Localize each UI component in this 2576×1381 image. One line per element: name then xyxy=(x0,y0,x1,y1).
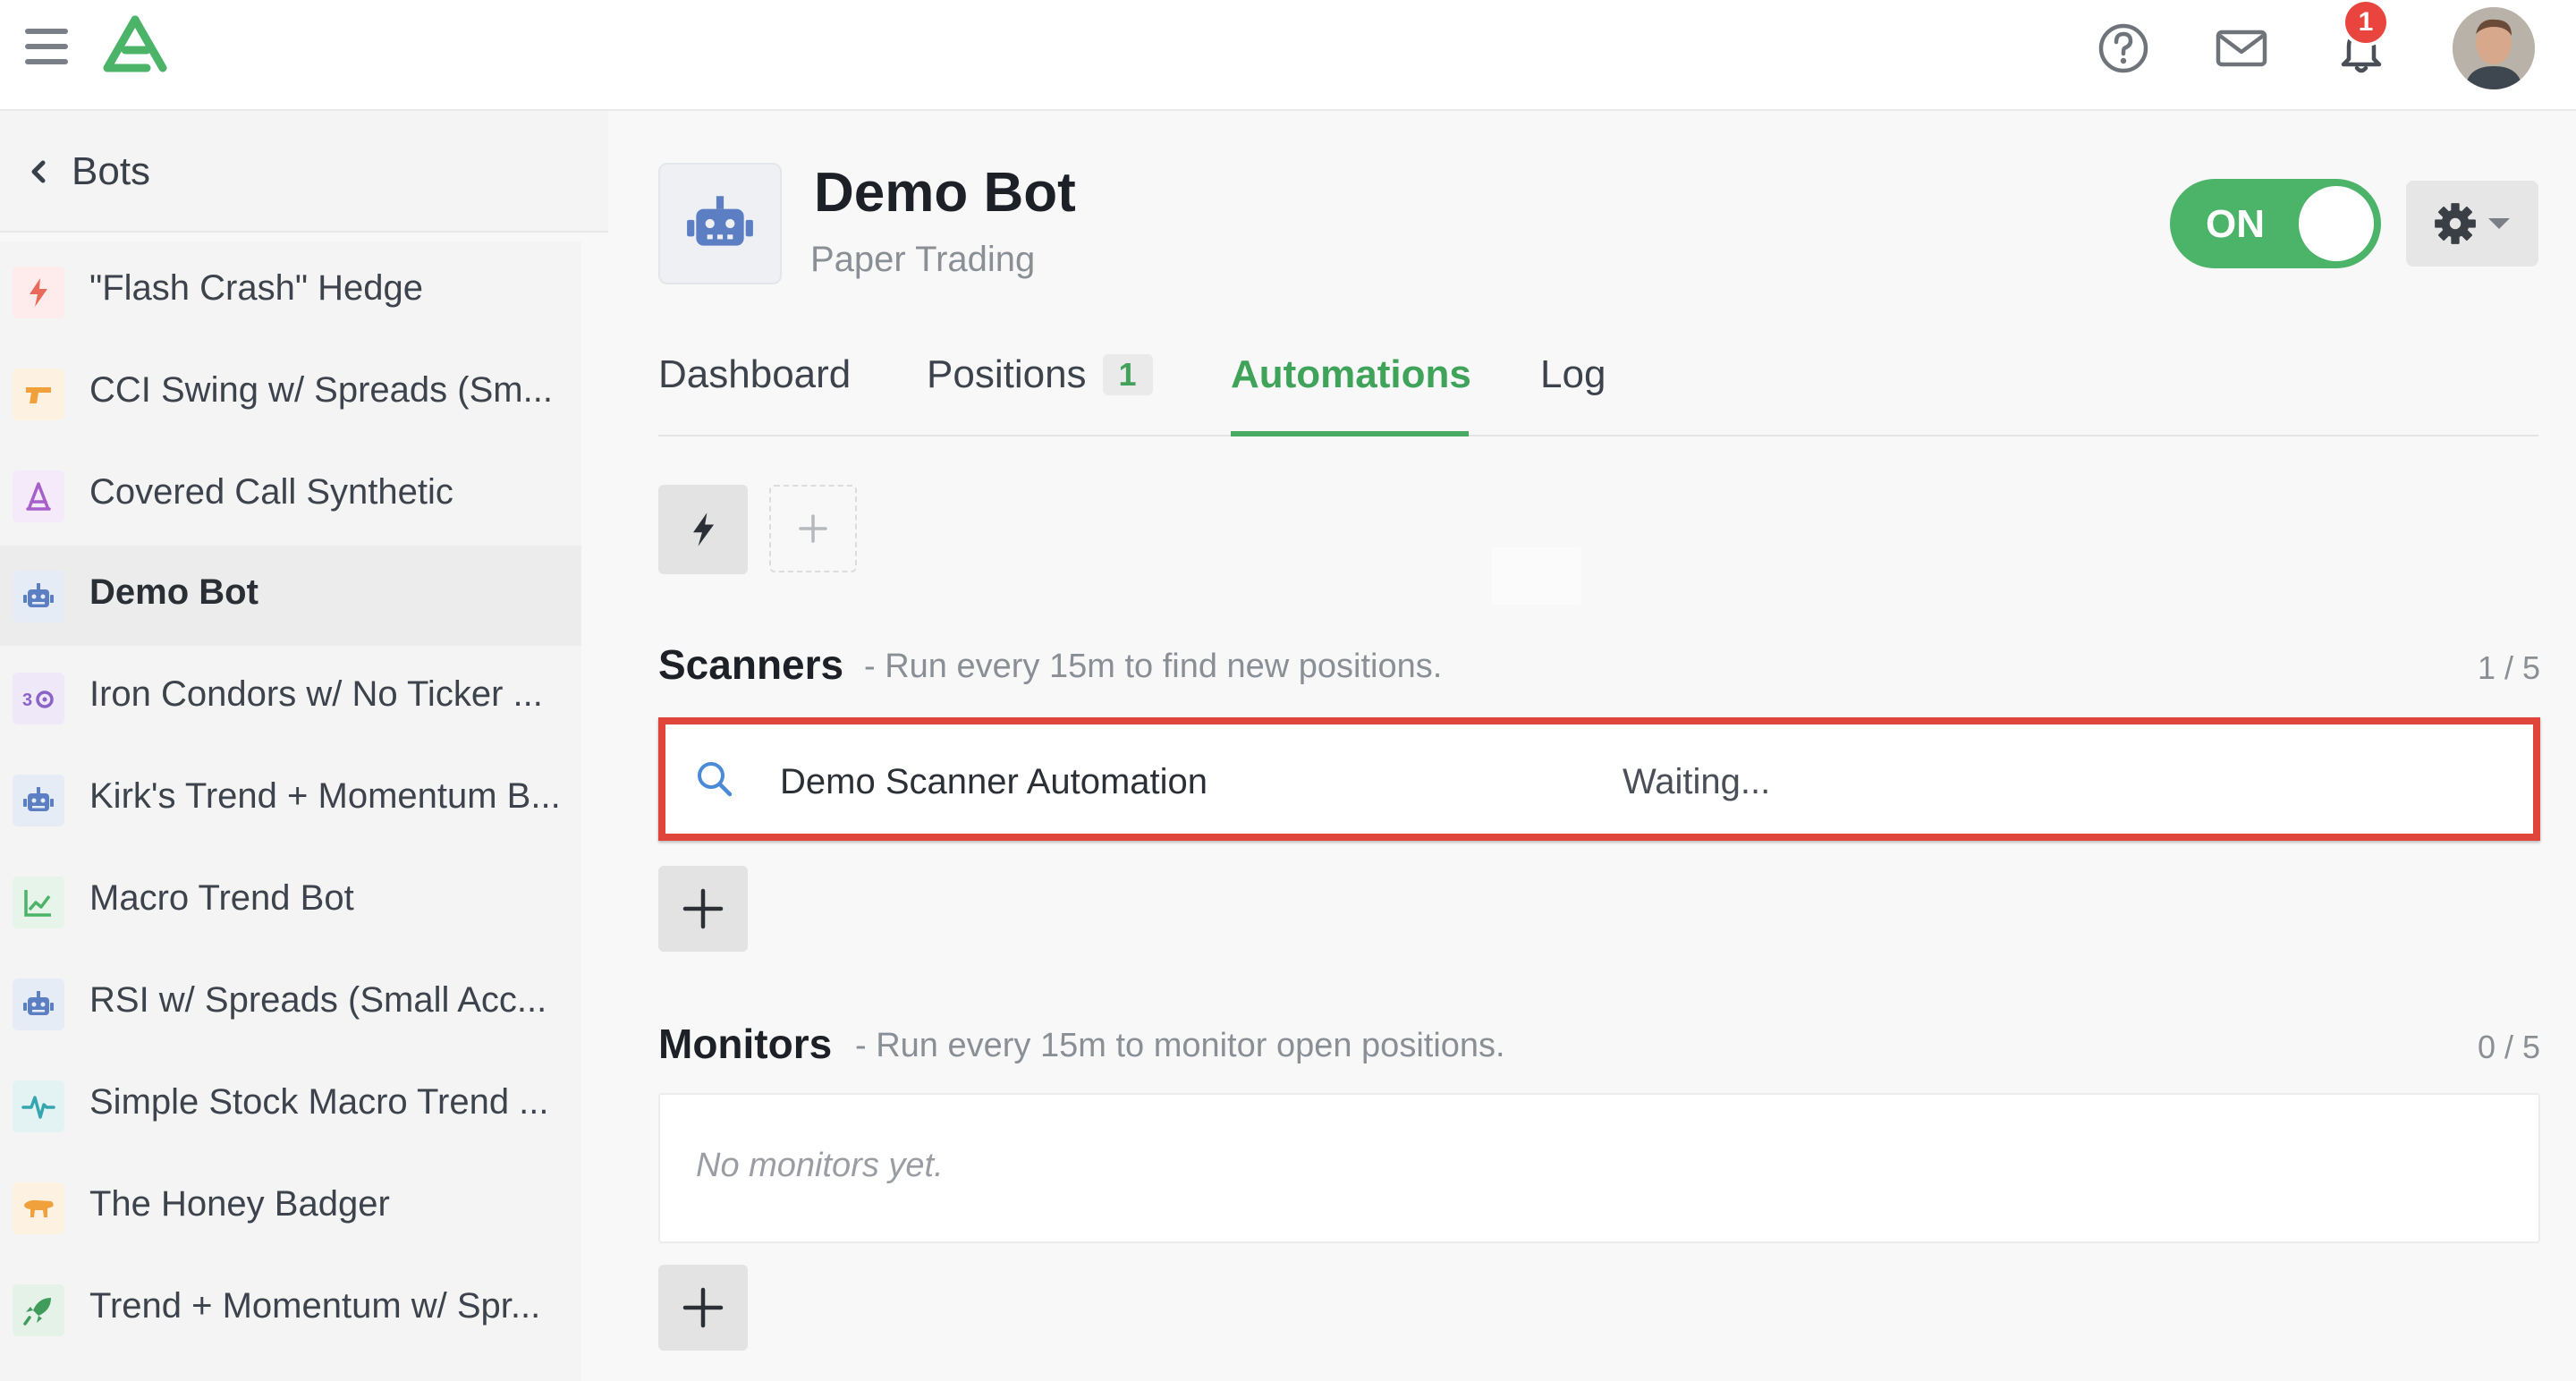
sidebar-item-label: Trend + Momentum w/ Spr... xyxy=(89,1286,541,1326)
pulse-icon xyxy=(13,1080,64,1132)
sidebar-item-label: CCI Swing w/ Spreads (Sm... xyxy=(89,370,553,410)
lightning-icon xyxy=(13,267,64,318)
scanner-name: Demo Scanner Automation xyxy=(780,762,1208,801)
lightning-icon xyxy=(693,513,715,546)
sidebar-item-label: Covered Call Synthetic xyxy=(89,472,453,512)
robot-icon xyxy=(687,196,753,246)
trigger-button[interactable] xyxy=(658,485,748,574)
scanners-count: 1 / 5 xyxy=(2477,649,2540,686)
robot-icon xyxy=(13,979,64,1030)
sidebar-item-rsi-spreads[interactable]: RSI w/ Spreads (Small Acc... xyxy=(0,953,581,1054)
page-subtitle: Paper Trading xyxy=(810,240,1036,279)
chart-line-icon xyxy=(13,877,64,928)
search-icon xyxy=(698,762,733,797)
badger-icon xyxy=(13,1182,64,1234)
gear-icon xyxy=(2435,203,2476,244)
avatar-photo xyxy=(2453,7,2535,89)
back-to-bots-button[interactable]: Bots xyxy=(23,145,150,199)
add-trigger-button[interactable] xyxy=(769,485,857,572)
sidebar-divider xyxy=(581,233,608,1381)
bot-on-toggle[interactable]: ON xyxy=(2170,179,2381,268)
scanner-status: Waiting... xyxy=(1623,762,1771,801)
mail-icon[interactable] xyxy=(2213,20,2270,77)
robot-icon xyxy=(13,775,64,826)
back-label: Bots xyxy=(72,149,151,193)
sidebar-item-kirks-trend[interactable]: Kirk's Trend + Momentum B... xyxy=(0,750,581,850)
scanner-item[interactable]: Demo Scanner Automation Waiting... xyxy=(658,717,2540,841)
sidebar-item-label: RSI w/ Spreads (Small Acc... xyxy=(89,980,547,1020)
ghost-element xyxy=(1492,547,1581,605)
toggle-knob xyxy=(2299,186,2374,261)
tab-dashboard[interactable]: Dashboard xyxy=(658,352,851,397)
bot-avatar xyxy=(658,163,782,284)
positions-count-badge: 1 xyxy=(1102,354,1153,395)
sidebar-item-label: "Flash Crash" Hedge xyxy=(89,268,424,308)
add-scanner-button[interactable] xyxy=(658,866,748,952)
notification-badge: 1 xyxy=(2345,2,2386,43)
scanners-title: Scanners xyxy=(658,641,844,688)
svg-text:3: 3 xyxy=(22,690,32,710)
tab-automations[interactable]: Automations xyxy=(1231,352,1471,397)
menu-icon[interactable] xyxy=(25,27,68,66)
sidebar-item-demo-bot[interactable]: Demo Bot xyxy=(0,546,581,646)
sidebar-item-label: Simple Stock Macro Trend ... xyxy=(89,1082,549,1122)
sidebar-item-cci-swing[interactable]: CCI Swing w/ Spreads (Sm... xyxy=(0,343,581,444)
caret-down-icon xyxy=(2488,218,2510,229)
avatar[interactable] xyxy=(2453,7,2535,89)
plus-icon xyxy=(682,888,724,929)
monitors-list: No monitors yet. xyxy=(658,1093,2540,1243)
toggle-label: ON xyxy=(2206,202,2265,246)
monitors-title: Monitors xyxy=(658,1021,833,1067)
sidebar-item-macro-trend-bot[interactable]: Macro Trend Bot xyxy=(0,851,581,952)
tab-label: Dashboard xyxy=(658,352,852,396)
pen-compass-icon xyxy=(13,470,64,522)
tab-label: Positions xyxy=(927,352,1087,396)
gun-icon xyxy=(13,369,64,420)
plus-icon xyxy=(799,514,827,543)
scanners-description: - Run every 15m to find new positions. xyxy=(864,648,1443,685)
monitors-description: - Run every 15m to monitor open position… xyxy=(855,1027,1505,1064)
sidebar-item-iron-condors[interactable]: 3 Iron Condors w/ No Ticker ... xyxy=(0,648,581,748)
settings-dropdown-button[interactable] xyxy=(2406,181,2538,267)
chevron-left-icon xyxy=(31,160,46,183)
sidebar-item-simple-stock-macro[interactable]: Simple Stock Macro Trend ... xyxy=(0,1055,581,1156)
sidebar-item-label: The Honey Badger xyxy=(89,1184,390,1224)
sidebar-item-covered-call[interactable]: Covered Call Synthetic xyxy=(0,445,581,546)
sidebar-item-flash-crash-hedge[interactable]: "Flash Crash" Hedge xyxy=(0,241,581,342)
logo-icon[interactable] xyxy=(100,14,170,77)
sidebar-item-label: Iron Condors w/ No Ticker ... xyxy=(89,674,543,714)
robot-icon xyxy=(13,571,64,623)
active-tab-indicator xyxy=(1231,431,1469,436)
sidebar-item-label: Kirk's Trend + Momentum B... xyxy=(89,776,561,816)
rocket-icon xyxy=(13,1284,64,1336)
monitors-count: 0 / 5 xyxy=(2477,1029,2540,1065)
help-icon[interactable] xyxy=(2095,20,2152,77)
bot-list: "Flash Crash" Hedge CCI Swing w/ Spreads… xyxy=(0,241,581,1381)
tab-label: Automations xyxy=(1231,352,1471,396)
sidebar-item-trend-momentum[interactable]: Trend + Momentum w/ Spr... xyxy=(0,1259,581,1360)
add-monitor-button[interactable] xyxy=(658,1265,748,1351)
sidebar-header: Bots xyxy=(0,111,608,233)
tabs-divider xyxy=(658,435,2538,436)
plus-icon xyxy=(682,1287,724,1328)
tab-log[interactable]: Log xyxy=(1540,352,1606,397)
top-bar: 1 xyxy=(0,0,2576,111)
condor-icon: 3 xyxy=(13,673,64,724)
tab-label: Log xyxy=(1540,352,1606,396)
sidebar-item-label: Demo Bot xyxy=(89,572,258,612)
sidebar-item-label: Macro Trend Bot xyxy=(89,878,354,918)
page-title: Demo Bot xyxy=(814,162,1076,224)
tab-positions[interactable]: Positions 1 xyxy=(927,352,1153,397)
sidebar-item-honey-badger[interactable]: The Honey Badger xyxy=(0,1157,581,1258)
monitors-empty-text: No monitors yet. xyxy=(696,1147,944,1184)
